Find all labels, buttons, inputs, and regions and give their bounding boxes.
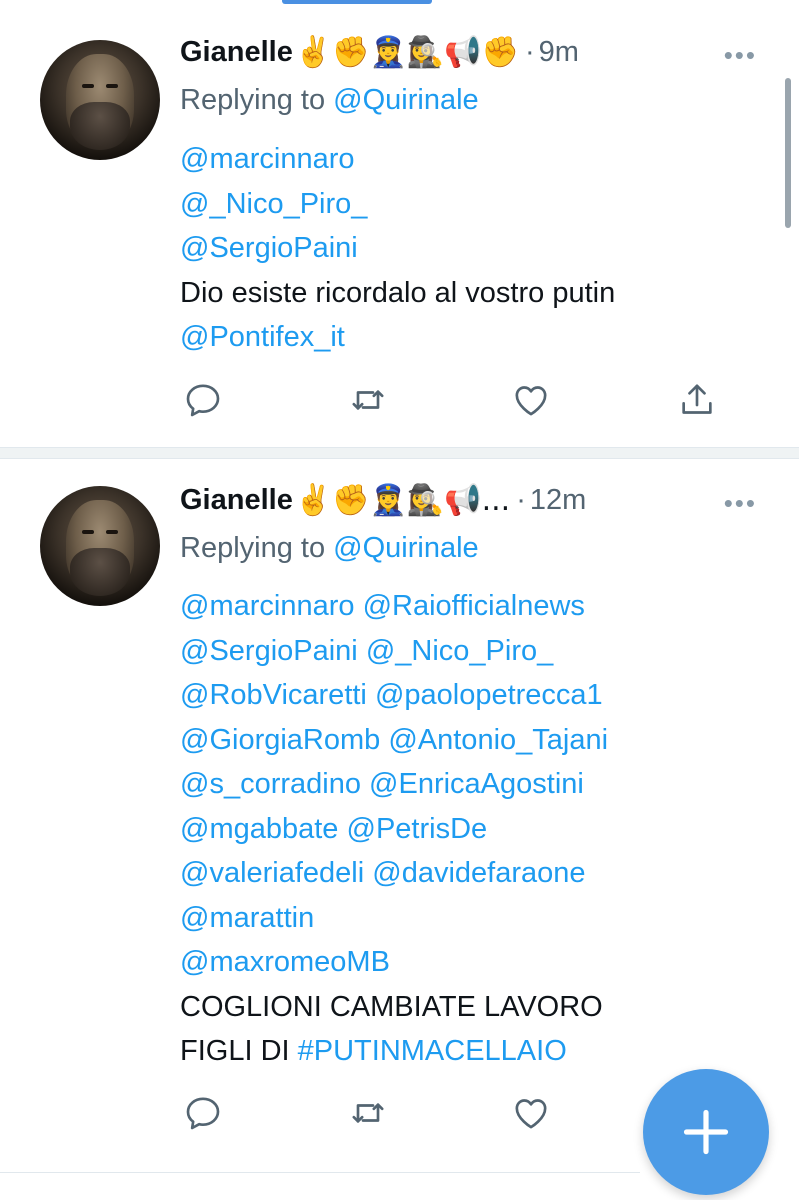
avatar-eye-left: [82, 530, 94, 534]
separator: ·: [516, 483, 526, 516]
heart-icon[interactable]: [511, 380, 551, 420]
mention-link[interactable]: @SergioPaini: [180, 635, 358, 667]
replying-to-handle[interactable]: @Quirinale: [333, 532, 479, 564]
tweet-text: Dio esiste ricordalo al vostro putin: [180, 276, 616, 309]
reply-icon[interactable]: [183, 1093, 223, 1133]
mention-link[interactable]: @GiorgiaRomb: [180, 724, 380, 756]
mention-link[interactable]: @valeriafedeli: [180, 857, 364, 889]
tweet-actions: [183, 1093, 723, 1133]
top-indicator: [282, 0, 432, 4]
timestamp[interactable]: 9m: [539, 36, 579, 69]
mention-link[interactable]: @mgabbate: [180, 813, 338, 845]
tweet-body: @marcinnaro @_Nico_Piro_ @SergioPaini Di…: [180, 137, 770, 360]
mention-link[interactable]: @SergioPaini: [180, 232, 358, 264]
mention-link[interactable]: @EnricaAgostini: [369, 768, 584, 800]
avatar[interactable]: [40, 486, 160, 606]
mention-link[interactable]: @s_corradino: [180, 768, 361, 800]
mention-link[interactable]: @_Nico_Piro_: [180, 188, 367, 220]
scrollbar[interactable]: [785, 78, 791, 228]
tweet-text: FIGLI DI: [180, 1035, 290, 1067]
replying-to-handle[interactable]: @Quirinale: [333, 84, 479, 116]
hashtag-link[interactable]: #PUTINMACELLAIO: [298, 1035, 567, 1067]
retweet-icon[interactable]: [348, 380, 388, 420]
avatar-beard: [70, 102, 130, 150]
mention-link[interactable]: @Antonio_Tajani: [388, 724, 608, 756]
mention-link[interactable]: @Pontifex_it: [180, 321, 345, 353]
replying-to: Replying to @Quirinale: [180, 84, 479, 117]
heart-icon[interactable]: [511, 1093, 551, 1133]
replying-to-prefix: Replying to: [180, 84, 326, 116]
mention-link[interactable]: @RobVicaretti: [180, 679, 367, 711]
mention-link[interactable]: @paolopetrecca1: [375, 679, 603, 711]
tweet-header: Gianelle ✌️✊👮‍♀️🕵️‍♀️📢... · 12m: [180, 478, 586, 522]
mention-link[interactable]: @Raiofficialnews: [363, 590, 585, 622]
retweet-icon[interactable]: [348, 1093, 388, 1133]
mention-link[interactable]: @maxromeoMB: [180, 946, 390, 978]
tweet-actions: [183, 380, 723, 420]
tweet-text: COGLIONI CAMBIATE LAVORO: [180, 990, 603, 1023]
avatar[interactable]: [40, 40, 160, 160]
more-options-icon[interactable]: •••: [724, 488, 757, 519]
tweet-body: @marcinnaro @Raiofficialnews @SergioPain…: [180, 584, 770, 1074]
plus-icon: [683, 1109, 729, 1155]
mention-link[interactable]: @_Nico_Piro_: [366, 635, 553, 667]
replying-to-prefix: Replying to: [180, 532, 326, 564]
avatar-beard: [70, 548, 130, 596]
mention-link[interactable]: @marattin: [180, 902, 314, 934]
author-name[interactable]: Gianelle: [180, 36, 293, 69]
author-emoji: ✌️✊👮‍♀️🕵️‍♀️📢...: [294, 482, 511, 518]
timestamp[interactable]: 12m: [530, 484, 586, 517]
share-icon[interactable]: [677, 380, 717, 420]
mention-link[interactable]: @davidefaraone: [372, 857, 585, 889]
tweet-divider: [0, 1172, 640, 1173]
compose-tweet-button[interactable]: [643, 1069, 769, 1195]
tweet-header: Gianelle ✌️✊👮‍♀️🕵️‍♀️📢✊ · 9m: [180, 30, 579, 74]
mention-link[interactable]: @PetrisDe: [347, 813, 488, 845]
reply-icon[interactable]: [183, 380, 223, 420]
replying-to: Replying to @Quirinale: [180, 532, 479, 565]
more-options-icon[interactable]: •••: [724, 40, 757, 71]
author-emoji: ✌️✊👮‍♀️🕵️‍♀️📢✊: [294, 34, 519, 70]
author-name[interactable]: Gianelle: [180, 484, 293, 517]
mention-link[interactable]: @marcinnaro: [180, 143, 355, 175]
avatar-eye-right: [106, 530, 118, 534]
tweet-divider: [0, 447, 799, 459]
separator: ·: [524, 35, 535, 68]
avatar-eye-right: [106, 84, 118, 88]
mention-link[interactable]: @marcinnaro: [180, 590, 355, 622]
avatar-eye-left: [82, 84, 94, 88]
